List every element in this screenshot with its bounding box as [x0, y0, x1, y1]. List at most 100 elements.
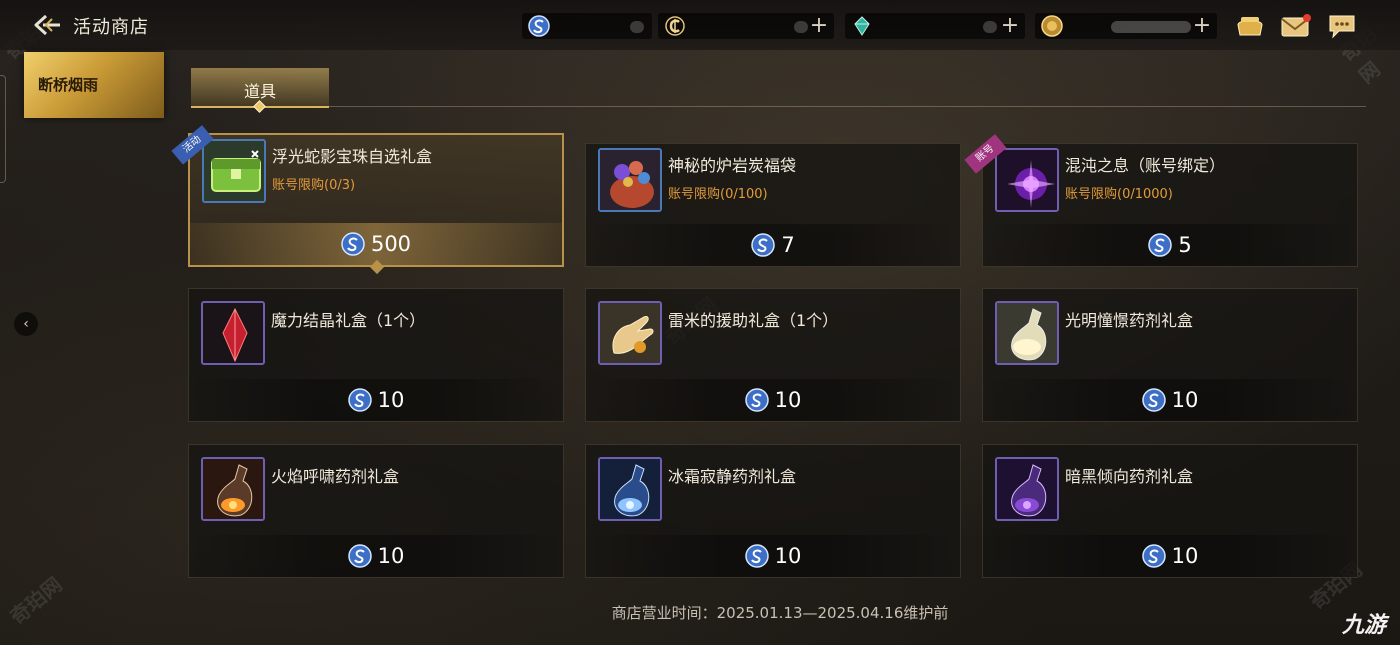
shop-item-card[interactable]: 火焰呼啸药剂礼盒 10 [188, 444, 564, 578]
item-name: 混沌之息（账号绑定） [1065, 156, 1226, 175]
price: 10 [189, 543, 563, 569]
back-arrow-icon [34, 14, 60, 36]
tab-items[interactable]: 道具 [191, 68, 329, 113]
green-chest-icon [204, 141, 264, 201]
shop-cart-button[interactable] [1234, 11, 1266, 41]
spirit-coin-icon [1141, 544, 1166, 568]
treasure-pot-icon [1237, 17, 1263, 36]
gold-hand-icon [600, 303, 660, 363]
shop-item-card[interactable]: 暗黑倾向药剂礼盒 10 [982, 444, 1358, 578]
green-gem-icon [854, 16, 870, 36]
currency-gem: + [845, 13, 1025, 39]
item-thumbnail-fire-potion [201, 457, 265, 521]
shop-item-card[interactable]: 神秘的炉岩炭福袋 账号限购(0/100) 7 [585, 143, 961, 267]
item-thumbnail-green-chest [202, 139, 266, 203]
price: 10 [983, 543, 1357, 569]
chaos-orb-icon [997, 150, 1057, 210]
shop-item-card[interactable]: 账号 混沌之息（账号绑定） 账号限购(0/1000) 5 [964, 134, 1358, 267]
add-gold-button[interactable]: + [808, 14, 830, 38]
price-value: 10 [377, 388, 405, 412]
price: 500 [190, 231, 562, 257]
item-thumbnail-chaos-orb [995, 148, 1059, 212]
item-name: 魔力结晶礼盒（1个） [271, 311, 426, 330]
spirit-coin-icon [528, 15, 550, 37]
spirit-coin-icon [744, 544, 769, 568]
fire-potion-icon [203, 459, 263, 519]
light-potion-icon [997, 303, 1057, 363]
price-bar: 10 [586, 535, 960, 577]
spirit-coin-icon [1141, 388, 1166, 412]
price-bar: 10 [189, 379, 563, 421]
shop-item-card[interactable]: 冰霜寂静药剂礼盒 10 [585, 444, 961, 578]
spirit-coin-icon [751, 233, 776, 257]
item-thumbnail-lucky-bag [598, 148, 662, 212]
spirit-coin-icon [1148, 233, 1173, 257]
item-name: 光明憧憬药剂礼盒 [1065, 311, 1194, 330]
shop-item-card[interactable]: 活动 浮光蛇影宝珠自选礼盒 账号限购(0/3) 500 [171, 125, 564, 275]
page-title: 活动商店 [73, 17, 149, 38]
item-thumbnail-gold-hand [598, 301, 662, 365]
collapse-arrow-button[interactable]: ‹ [14, 312, 38, 336]
lucky-bag-icon [600, 150, 660, 210]
price-value: 10 [1171, 388, 1199, 412]
price: 5 [983, 232, 1357, 258]
currency-amount-hidden [983, 21, 997, 33]
chat-bubble-icon [1329, 15, 1355, 39]
side-panel-edge [0, 75, 6, 183]
add-medal-button[interactable]: + [1191, 14, 1213, 38]
price-value: 10 [377, 544, 405, 568]
price-bar: 7 [586, 224, 960, 266]
sidebar-tab-active[interactable]: 断桥烟雨 [24, 52, 164, 118]
price-value: 500 [370, 232, 412, 256]
gold-medal-icon [1041, 15, 1063, 37]
tab-active-indicator [253, 100, 266, 113]
sidebar-tab-label: 断桥烟雨 [38, 76, 99, 94]
price-bar: 10 [983, 535, 1357, 577]
price-value: 10 [774, 388, 802, 412]
spirit-coin-icon [347, 388, 372, 412]
tab-divider [329, 106, 1366, 107]
purchase-limit: 账号限购(0/3) [272, 178, 356, 193]
chat-button[interactable] [1326, 11, 1358, 41]
item-name: 雷米的援助礼盒（1个） [668, 311, 839, 330]
item-name: 暗黑倾向药剂礼盒 [1065, 467, 1194, 486]
item-name: 火焰呼啸药剂礼盒 [271, 467, 400, 486]
price-bar: 10 [189, 535, 563, 577]
red-crystal-icon [203, 303, 263, 363]
purchase-limit: 账号限购(0/100) [668, 187, 768, 202]
price-bar: 5 [983, 224, 1357, 266]
currency-amount-hidden [1111, 21, 1191, 33]
item-thumbnail-dark-potion [995, 457, 1059, 521]
currency-spirit-coin [522, 13, 652, 39]
add-gem-button[interactable]: + [999, 14, 1021, 38]
shop-item-card[interactable]: 雷米的援助礼盒（1个） 10 [585, 288, 961, 422]
currency-gold: + [658, 13, 834, 39]
price: 10 [586, 387, 960, 413]
shop-item-card[interactable]: 魔力结晶礼盒（1个） 10 [188, 288, 564, 422]
activity-shop-screen: 奇珀网 奇珀网 奇珀网 奇珀网 奇珀网 活动商店 [0, 0, 1400, 645]
back-button[interactable] [30, 12, 64, 38]
mail-icon [1281, 14, 1311, 37]
price-value: 10 [1171, 544, 1199, 568]
spirit-coin-icon [744, 388, 769, 412]
item-name: 浮光蛇影宝珠自选礼盒 [272, 147, 433, 166]
brand-logo: 九游 [1342, 607, 1386, 639]
price: 7 [586, 232, 960, 258]
item-name: 冰霜寂静药剂礼盒 [668, 467, 797, 486]
dark-potion-icon [997, 459, 1057, 519]
price-value: 5 [1178, 233, 1192, 257]
spirit-coin-icon [341, 232, 365, 256]
currency-medal: + [1035, 13, 1217, 39]
price-bar: 10 [586, 379, 960, 421]
top-bar: 活动商店 + + + [0, 0, 1400, 50]
currency-amount-hidden [630, 21, 644, 33]
price: 10 [983, 387, 1357, 413]
item-name: 神秘的炉岩炭福袋 [668, 156, 797, 175]
spirit-coin-icon [347, 544, 372, 568]
price: 10 [586, 543, 960, 569]
shop-item-card[interactable]: 光明憧憬药剂礼盒 10 [982, 288, 1358, 422]
currency-amount-hidden [794, 21, 808, 33]
mail-button[interactable] [1280, 11, 1312, 41]
price-bar: 10 [983, 379, 1357, 421]
shop-hours-text: 商店营业时间：2025.01.13—2025.04.16维护前 [611, 604, 949, 622]
